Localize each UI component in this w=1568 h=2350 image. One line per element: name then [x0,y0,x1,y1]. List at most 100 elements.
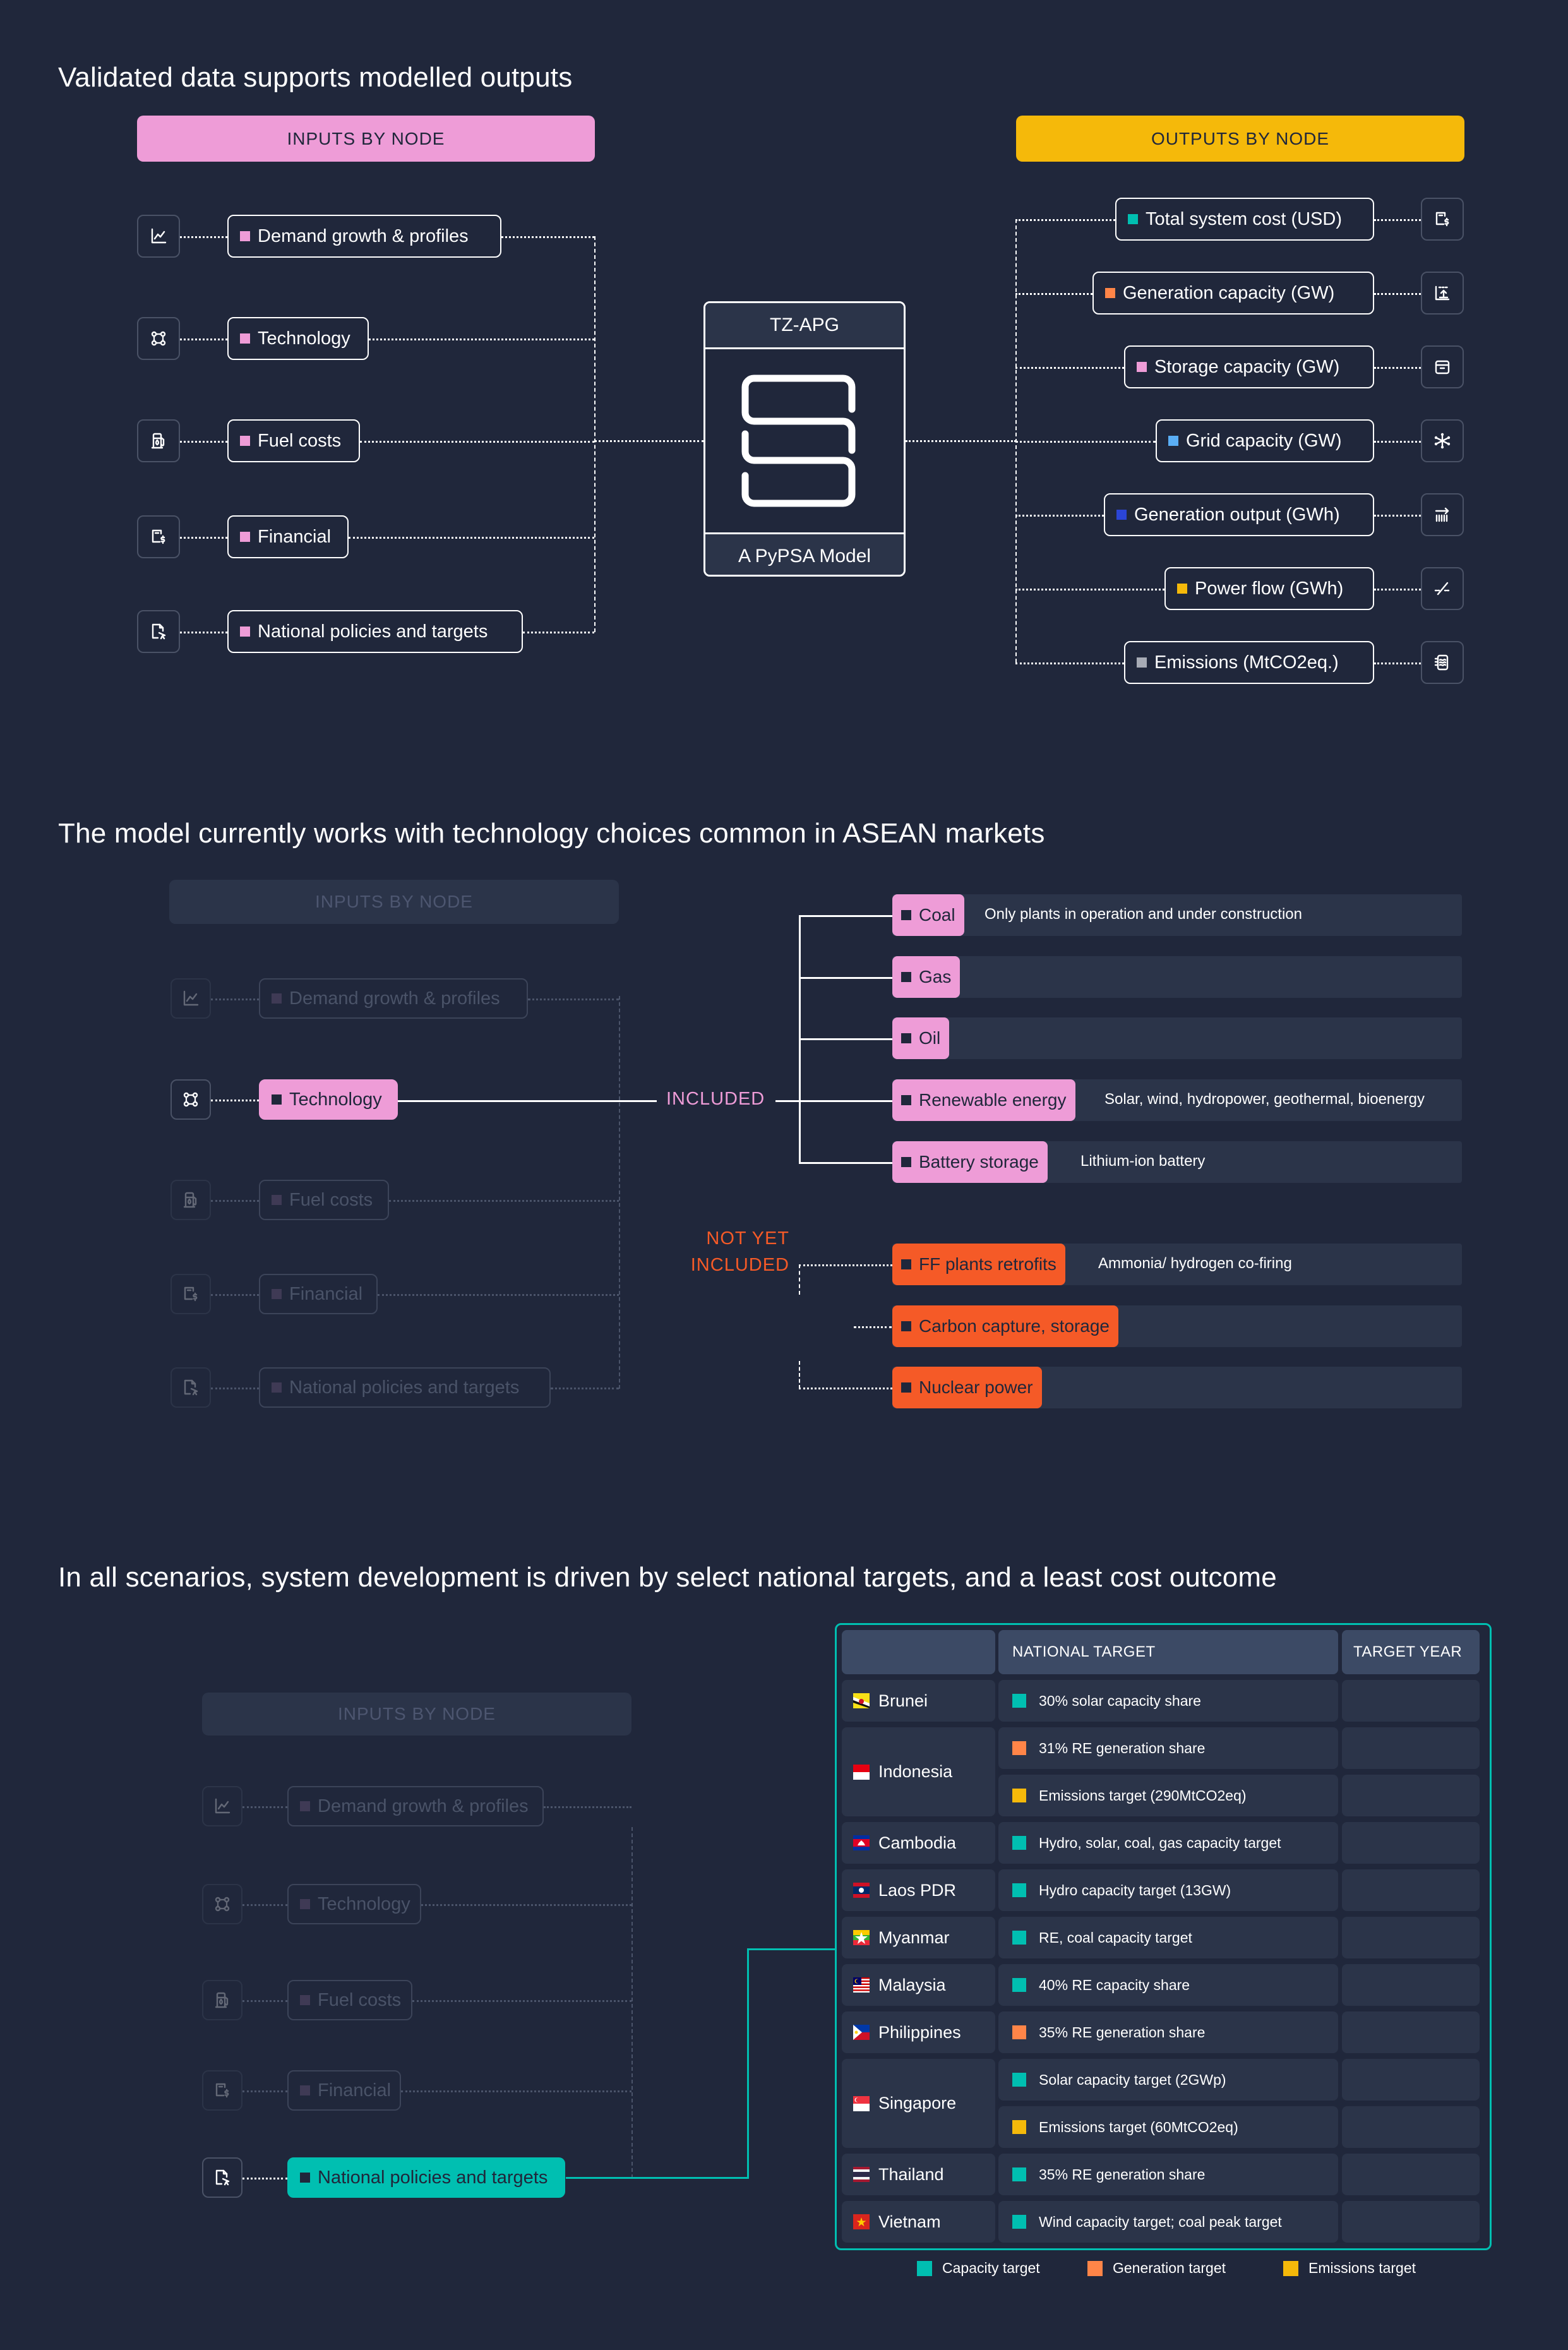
input-icon-button[interactable] [137,215,180,258]
input-icon-button[interactable] [137,610,180,653]
input-node[interactable]: Technology [287,1884,421,1924]
myanmar-flag-icon [853,1930,870,1945]
not-included-tech-chip[interactable]: Carbon capture, storage [892,1305,1118,1347]
node-color-square [240,532,250,542]
output-node[interactable]: Generation output (GWh) [1104,493,1374,536]
icon-connector [242,2090,287,2092]
icon-connector [180,339,227,340]
country-cell: Brunei [842,1680,995,1722]
output-icon-button[interactable] [1421,641,1464,684]
input-icon-button[interactable] [171,1367,211,1408]
capacity-legend-swatch [917,2260,932,2276]
target-year-cell [1342,2201,1480,2243]
target-cell: 35% RE generation share [998,2011,1338,2053]
inputs-collector-line-dimmed [631,1827,633,2178]
target-year-cell [1342,2154,1480,2195]
icon-connector [180,537,227,539]
model-box[interactable]: TZ-APG A PyPSA Model [703,301,906,577]
inputs-collector-line-dimmed [619,996,620,1389]
not-included-tech-chip[interactable]: Nuclear power [892,1367,1042,1408]
target-text: RE, coal capacity target [1039,1929,1192,1946]
icon-connector [211,1200,259,1202]
tech-label: Nuclear power [919,1377,1033,1397]
inputs-collector-line [594,236,595,632]
input-node[interactable]: Fuel costs [287,1980,412,2020]
input-node[interactable]: Fuel costs [227,419,360,462]
input-node[interactable]: Demand growth & profiles [287,1786,544,1826]
input-icon-button[interactable] [202,2157,242,2198]
node-connector [421,1904,631,1906]
branch-connector [799,1162,892,1164]
outputs-header-label: OUTPUTS BY NODE [1151,128,1330,148]
node-color-square [1116,510,1127,520]
input-icon-button[interactable] [137,515,180,558]
legend-item-generation: Generation target [1087,2260,1226,2277]
target-text: Emissions target (60MtCO2eq) [1039,2118,1238,2135]
emissions-target-marker [1012,1789,1026,1802]
input-node[interactable]: Technology [227,317,369,360]
included-tech-chip[interactable]: Renewable energy [892,1079,1075,1121]
input-node[interactable]: Financial [287,2070,401,2111]
input-node-active[interactable]: National policies and targets [287,2157,565,2198]
output-node[interactable]: Storage capacity (GW) [1124,345,1374,388]
output-node[interactable]: Power flow (GWh) [1164,567,1374,610]
output-icon-button[interactable] [1421,567,1464,610]
branch-connector [799,977,892,979]
target-cell: Wind capacity target; coal peak target [998,2201,1338,2243]
emissions-layers-icon [1433,653,1452,672]
output-icon-button[interactable] [1421,198,1464,241]
input-icon-button[interactable] [171,1180,211,1220]
input-icon-button[interactable] [137,317,180,360]
input-icon-button[interactable] [202,1884,242,1924]
included-tech-chip[interactable]: Coal [892,894,964,936]
output-icon-button[interactable] [1421,419,1464,462]
input-node[interactable]: Demand growth & profiles [259,978,528,1019]
capacity-target-marker [1012,1836,1026,1850]
country-name: Singapore [878,2094,957,2113]
input-node[interactable]: Financial [227,515,349,558]
output-node[interactable]: Emissions (MtCO2eq.) [1124,641,1374,684]
target-text: 35% RE generation share [1039,2166,1206,2183]
output-icon-button[interactable] [1421,345,1464,388]
output-node[interactable]: Total system cost (USD) [1115,198,1374,241]
node-color-square [272,1094,282,1105]
input-node[interactable]: Demand growth & profiles [227,215,501,258]
input-node-label: National policies and targets [289,1377,520,1398]
output-icon-button[interactable] [1421,272,1464,315]
tech-label: Coal [919,905,955,925]
input-icon-button[interactable] [171,1079,211,1120]
input-icon-button[interactable] [137,419,180,462]
policies-to-table-connector-h1 [566,2177,749,2179]
not-included-tech-chip[interactable]: FF plants retrofits [892,1244,1065,1285]
included-tech-chip[interactable]: Gas [892,956,961,998]
included-tech-chip[interactable]: Oil [892,1017,950,1059]
included-tech-chip[interactable]: Battery storage [892,1141,1048,1183]
input-node[interactable]: National policies and targets [227,610,523,653]
input-node[interactable]: Financial [259,1274,378,1314]
node-connector [369,339,594,340]
output-connector [1015,662,1124,664]
input-node[interactable]: National policies and targets [259,1367,551,1408]
output-node[interactable]: Generation capacity (GW) [1092,272,1374,315]
line-chart-icon [181,989,200,1008]
input-icon-button[interactable] [202,1980,242,2020]
output-node[interactable]: Grid capacity (GW) [1156,419,1374,462]
tech-label: Carbon capture, storage [919,1316,1110,1336]
input-icon-button[interactable] [171,1274,211,1314]
output-icon-button[interactable] [1421,493,1464,536]
target-cell: Hydro, solar, coal, gas capacity target [998,1822,1338,1864]
input-node-label: Fuel costs [318,1989,402,2010]
input-icon-button[interactable] [202,1786,242,1826]
branch-connector [799,1038,892,1040]
thailand-flag-icon [853,2167,870,2182]
input-node-active[interactable]: Technology [259,1079,398,1120]
input-node[interactable]: Fuel costs [259,1180,389,1220]
node-color-square [240,231,250,241]
capacity-target-marker [1012,1978,1026,1992]
input-icon-button[interactable] [202,2070,242,2111]
country-cell: Philippines [842,2011,995,2053]
target-year-cell [1342,1727,1480,1769]
node-connector [501,236,594,238]
input-icon-button[interactable] [171,978,211,1019]
capacity-target-marker [1012,2215,1026,2229]
